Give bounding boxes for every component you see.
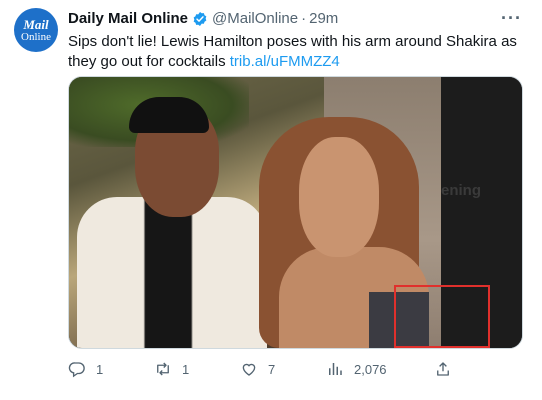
photo-panel-text: ening	[441, 182, 481, 199]
photo-person-right-face	[299, 137, 379, 257]
views-icon	[329, 363, 342, 375]
account-name[interactable]: Daily Mail Online	[68, 10, 188, 27]
more-icon[interactable]: ···	[501, 8, 522, 29]
avatar-logo-line2: Online	[21, 30, 51, 43]
tweet-text: Sips don't lie! Lewis Hamilton poses wit…	[68, 32, 528, 72]
photo-person-left-cap	[129, 97, 209, 133]
like-button[interactable]: 7	[240, 360, 275, 378]
retweet-button[interactable]: 1	[154, 360, 189, 378]
tweet[interactable]: Mail Online Daily Mail Online @MailOnlin…	[0, 0, 542, 400]
share-button[interactable]	[434, 360, 462, 378]
separator-dot: ·	[301, 10, 307, 27]
like-icon	[242, 363, 256, 376]
tweet-media-photo[interactable]: ening	[68, 76, 523, 349]
tweet-timestamp[interactable]: 29m	[309, 10, 338, 27]
share-icon	[437, 362, 449, 376]
tweet-link[interactable]: trib.al/uFMMZZ4	[230, 53, 340, 70]
reply-count: 1	[96, 361, 104, 377]
views-count: 2,076	[354, 361, 387, 377]
reply-button[interactable]: 1	[68, 360, 103, 378]
photo-person-left-shirt	[77, 197, 267, 348]
reply-icon	[68, 362, 85, 378]
avatar[interactable]: Mail Online	[14, 8, 58, 52]
tweet-header: Daily Mail Online @MailOnline · 29m	[68, 10, 338, 27]
avatar-logo-line1: Mail	[23, 16, 49, 32]
annotation-red-box	[394, 285, 490, 348]
verified-badge-icon	[193, 11, 207, 26]
retweet-count: 1	[182, 361, 190, 377]
retweet-icon	[157, 362, 169, 376]
views-button[interactable]: 2,076	[326, 360, 387, 378]
tweet-actions: 1 1 7 2,076	[68, 360, 488, 380]
like-count: 7	[268, 361, 276, 377]
account-handle[interactable]: @MailOnline	[212, 10, 298, 27]
